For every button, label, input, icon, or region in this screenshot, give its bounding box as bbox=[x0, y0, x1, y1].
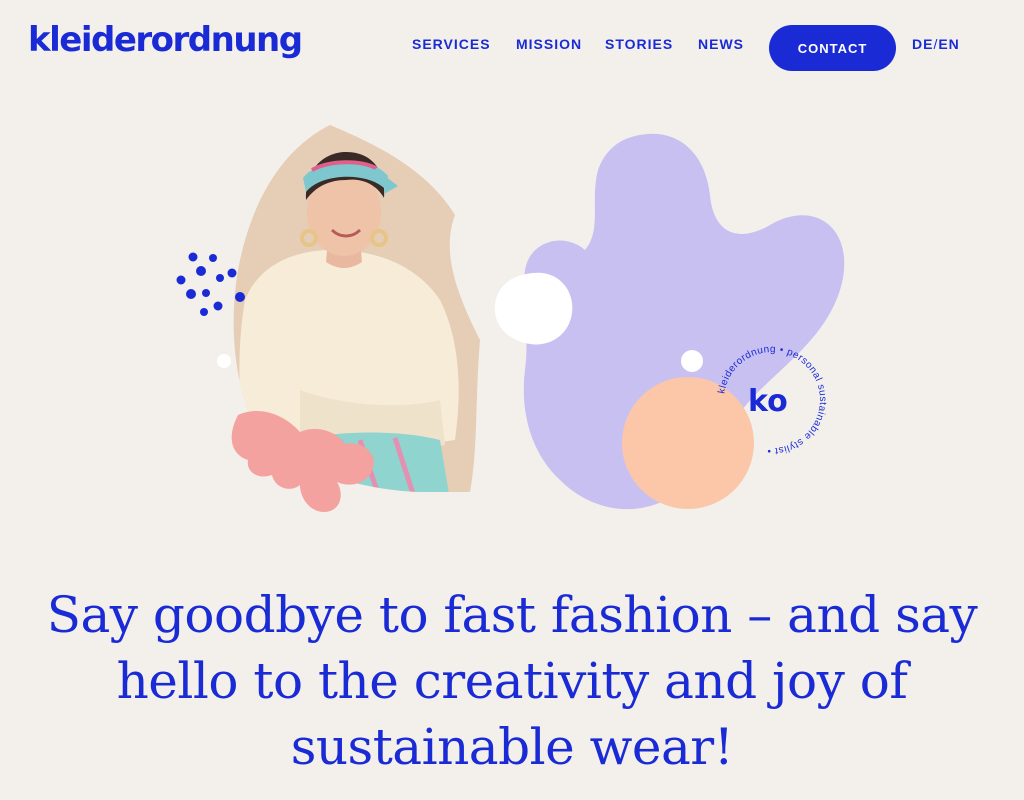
nav-link-mission[interactable]: MISSION bbox=[516, 36, 582, 52]
badge-monogram: ko bbox=[748, 384, 788, 419]
site-header: kleiderordnung SERVICES MISSION STORIES … bbox=[0, 0, 1024, 90]
nav-link-news[interactable]: NEWS bbox=[698, 36, 744, 52]
nav-link-services[interactable]: SERVICES bbox=[412, 36, 491, 52]
lang-de-link[interactable]: DE bbox=[912, 36, 933, 52]
white-blob-large bbox=[494, 272, 573, 345]
white-dot-right bbox=[681, 350, 703, 372]
contact-button[interactable]: CONTACT bbox=[769, 25, 896, 71]
hero-illustration: kleiderordnung • personal sustainable st… bbox=[0, 90, 1024, 540]
nav-link-stories[interactable]: STORIES bbox=[605, 36, 673, 52]
white-dot-left bbox=[217, 354, 231, 368]
lang-en-link[interactable]: EN bbox=[938, 36, 959, 52]
hero-headline: Say goodbye to fast fashion – and say he… bbox=[46, 586, 978, 776]
site-logo[interactable]: kleiderordnung bbox=[28, 18, 303, 62]
peach-circle bbox=[622, 377, 754, 509]
language-switcher: DE/EN bbox=[912, 36, 960, 52]
